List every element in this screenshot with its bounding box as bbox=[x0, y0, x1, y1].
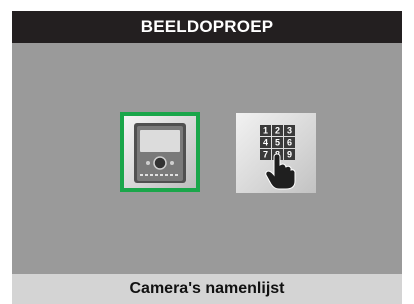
title-bar: BEELDOPROEP bbox=[12, 11, 402, 43]
keypad-call-option[interactable]: 123456789 bbox=[236, 113, 316, 193]
intercom-monitor-icon bbox=[124, 116, 196, 188]
footer-bar: Camera's namenlijst bbox=[12, 274, 402, 304]
keypad-digit: 4 bbox=[263, 138, 268, 148]
option-icons: 123456789 bbox=[12, 109, 402, 197]
keypad-digit: 7 bbox=[263, 150, 268, 160]
keypad-dial-icon: 123456789 bbox=[260, 125, 296, 190]
keypad-digit: 5 bbox=[275, 138, 280, 148]
page-title: BEELDOPROEP bbox=[140, 17, 274, 36]
keypad-digit: 2 bbox=[275, 126, 280, 136]
keypad-digit: 6 bbox=[287, 138, 292, 148]
keypad-digit: 9 bbox=[287, 150, 292, 160]
keypad-digit: 1 bbox=[263, 126, 268, 136]
camera-list-option[interactable] bbox=[120, 112, 200, 192]
keypad-digit: 3 bbox=[287, 126, 292, 136]
menu-item-label: Camera's namenlijst bbox=[129, 280, 285, 297]
screen: BEELDOPROEP 1 2 3 4 5 6 7 9 Camera's nam… bbox=[12, 11, 402, 304]
